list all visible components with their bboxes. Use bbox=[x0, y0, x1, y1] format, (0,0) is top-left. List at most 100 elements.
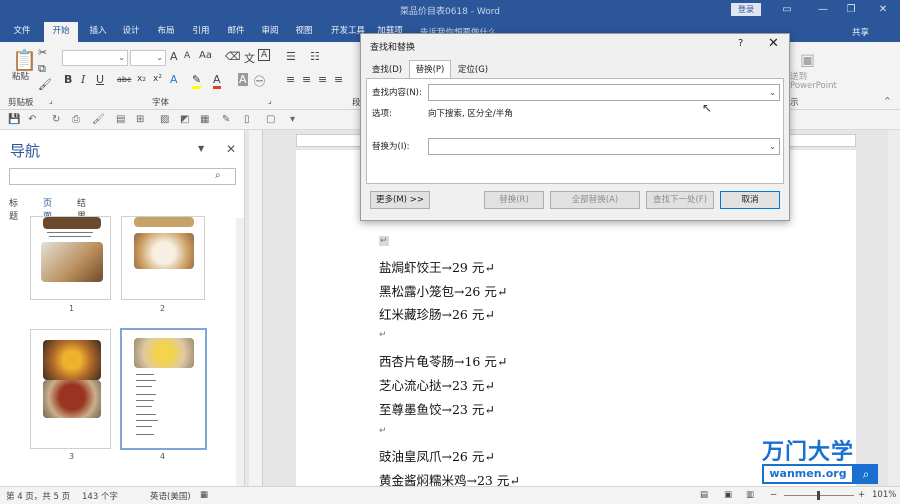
save-icon[interactable]: 💾 bbox=[8, 114, 20, 125]
word-count[interactable]: 143 个字 bbox=[82, 490, 118, 502]
tab-find[interactable]: 查找(D) bbox=[367, 60, 407, 78]
chevron-down-icon[interactable]: ⌄ bbox=[769, 142, 776, 151]
format-icon[interactable]: 🖌 bbox=[92, 114, 105, 125]
send-to-ppt-icon[interactable]: ▣ bbox=[800, 50, 815, 69]
bold-icon[interactable]: B bbox=[64, 73, 72, 86]
font-size-combo[interactable]: ⌄ bbox=[130, 50, 166, 66]
replace-button[interactable]: 替换(R) bbox=[484, 191, 544, 209]
more-button[interactable]: 更多(M) >> bbox=[370, 191, 430, 209]
page-count[interactable]: 第 4 页，共 5 页 bbox=[6, 490, 70, 502]
login-button[interactable]: 登录 bbox=[731, 3, 761, 16]
tab-goto[interactable]: 定位(G) bbox=[453, 60, 493, 78]
text-effects-icon[interactable]: A bbox=[170, 73, 178, 86]
phonetic-icon[interactable]: 文 bbox=[244, 50, 255, 66]
tab-mailings[interactable]: 邮件 bbox=[222, 24, 250, 42]
restore-icon[interactable]: ❐ bbox=[840, 2, 862, 18]
find-what-input[interactable]: ⌄ bbox=[428, 84, 780, 101]
strikethrough-icon[interactable]: abc bbox=[117, 75, 131, 84]
font-name-combo[interactable]: ⌄ bbox=[62, 50, 128, 66]
paste-label[interactable]: 粘贴 bbox=[12, 70, 29, 82]
share-button[interactable]: 共享 bbox=[852, 26, 869, 38]
nav-close-icon[interactable]: ✕ bbox=[226, 142, 236, 156]
shapes-icon[interactable]: ◩ bbox=[180, 114, 189, 125]
search-icon[interactable]: ⌕ bbox=[215, 170, 221, 181]
close-icon[interactable]: ✕ bbox=[872, 2, 894, 18]
bullets-icon[interactable]: ☰ bbox=[286, 50, 296, 63]
zoom-slider-handle[interactable] bbox=[817, 491, 820, 500]
read-mode-icon[interactable]: ▤ bbox=[700, 490, 708, 500]
undo-icon[interactable]: ↶ bbox=[28, 114, 36, 125]
tab-layout[interactable]: 布局 bbox=[152, 24, 180, 42]
draw-icon[interactable]: ✎ bbox=[222, 114, 230, 125]
chart-icon[interactable]: ▦ bbox=[200, 114, 209, 125]
doc-line[interactable]: 黑松露小笼包→26 元↵ bbox=[379, 281, 507, 300]
tab-insert[interactable]: 插入 bbox=[84, 24, 112, 42]
underline-icon[interactable]: U bbox=[96, 73, 104, 86]
dialog-close-icon[interactable]: ✕ bbox=[768, 36, 779, 51]
tab-view[interactable]: 视图 bbox=[290, 24, 318, 42]
picture-icon[interactable]: ▨ bbox=[160, 114, 169, 125]
font-launcher-icon[interactable]: ⌟ bbox=[268, 96, 272, 105]
zoom-in-icon[interactable]: + bbox=[858, 490, 865, 500]
customize-qat-icon[interactable]: ▾ bbox=[290, 114, 295, 125]
collapse-ribbon-icon[interactable]: ^ bbox=[884, 96, 891, 105]
font-decrease-icon[interactable]: A bbox=[184, 51, 190, 61]
tab-replace[interactable]: 替换(P) bbox=[409, 60, 451, 79]
char-border-icon[interactable]: A bbox=[258, 49, 271, 61]
tab-design[interactable]: 设计 bbox=[118, 24, 144, 42]
page-thumbnail-2[interactable] bbox=[121, 216, 205, 300]
doc-line[interactable]: 至尊墨鱼饺→23 元↵ bbox=[379, 399, 495, 418]
tab-review[interactable]: 审阅 bbox=[256, 24, 284, 42]
paste-icon[interactable]: 📋 bbox=[12, 48, 37, 72]
nav-scrollbar[interactable] bbox=[236, 218, 244, 486]
find-next-button[interactable]: 查找下一处(F) bbox=[646, 191, 714, 209]
doc-line[interactable]: 豉油皇凤爪→26 元↵ bbox=[379, 446, 495, 465]
page-thumbnail-1[interactable] bbox=[30, 216, 111, 300]
align-left-icon[interactable]: ≡ bbox=[286, 73, 295, 86]
chevron-down-icon[interactable]: ⌄ bbox=[769, 88, 776, 97]
replace-with-input[interactable]: ⌄ bbox=[428, 138, 780, 155]
help-icon[interactable]: ? bbox=[738, 38, 743, 49]
subscript-icon[interactable]: x₂ bbox=[137, 74, 146, 84]
doc-icon[interactable]: ▯ bbox=[244, 114, 250, 125]
nav-tab-headings[interactable]: 标题 bbox=[9, 196, 18, 222]
copy-icon[interactable]: ⧉ bbox=[38, 62, 46, 76]
format-painter-icon[interactable]: 🖌 bbox=[38, 78, 52, 91]
print-layout-icon[interactable]: ▣ bbox=[724, 490, 732, 500]
superscript-icon[interactable]: x² bbox=[153, 74, 162, 84]
replace-all-button[interactable]: 全部替换(A) bbox=[550, 191, 640, 209]
minimize-icon[interactable]: — bbox=[812, 2, 834, 18]
align-right-icon[interactable]: ≡ bbox=[318, 73, 327, 86]
clipboard-launcher-icon[interactable]: ⌟ bbox=[49, 96, 53, 105]
doc-line[interactable]: 红米藏珍肠→26 元↵ bbox=[379, 304, 495, 323]
zoom-out-icon[interactable]: − bbox=[770, 490, 777, 500]
justify-icon[interactable]: ≡ bbox=[334, 73, 343, 86]
italic-icon[interactable]: I bbox=[81, 73, 85, 86]
print-preview-icon[interactable]: ⎙ bbox=[72, 114, 80, 125]
nav-search-input[interactable]: ⌕ bbox=[9, 168, 236, 185]
macro-record-icon[interactable]: ▦ bbox=[200, 490, 208, 500]
page-thumbnail-4[interactable] bbox=[120, 328, 207, 450]
tab-file[interactable]: 文件 bbox=[8, 24, 36, 42]
language[interactable]: 英语(美国) bbox=[150, 490, 191, 502]
font-color-icon[interactable]: A bbox=[213, 73, 221, 89]
highlight-icon[interactable]: ✎ bbox=[192, 73, 202, 89]
page-thumbnail-3[interactable] bbox=[30, 329, 111, 449]
change-case-icon[interactable]: Aa bbox=[199, 50, 212, 61]
char-shading-icon[interactable]: A bbox=[238, 73, 248, 86]
numbering-icon[interactable]: ☷ bbox=[310, 50, 320, 63]
doc-line[interactable]: 盐焗虾饺王→29 元↵ bbox=[379, 257, 495, 276]
new-doc-icon[interactable]: ▤ bbox=[116, 114, 125, 125]
web-layout-icon[interactable]: ▥ bbox=[746, 490, 754, 500]
doc-line[interactable]: 芝心流心挞→23 元↵ bbox=[379, 375, 495, 394]
more-commands-icon[interactable]: ▢ bbox=[266, 114, 275, 125]
ribbon-display-icon[interactable]: ▭ bbox=[776, 2, 798, 18]
tab-home[interactable]: 开始 bbox=[44, 22, 78, 42]
table-icon[interactable]: ⊞ bbox=[136, 114, 144, 125]
tab-references[interactable]: 引用 bbox=[188, 24, 214, 42]
align-center-icon[interactable]: ≡ bbox=[302, 73, 311, 86]
redo-icon[interactable]: ↻ bbox=[52, 114, 60, 125]
enclose-char-icon[interactable]: ㊀ bbox=[254, 73, 265, 89]
document-scrollbar[interactable] bbox=[888, 130, 900, 486]
doc-line[interactable]: 西杏片龟苓肠→16 元↵ bbox=[379, 351, 507, 370]
